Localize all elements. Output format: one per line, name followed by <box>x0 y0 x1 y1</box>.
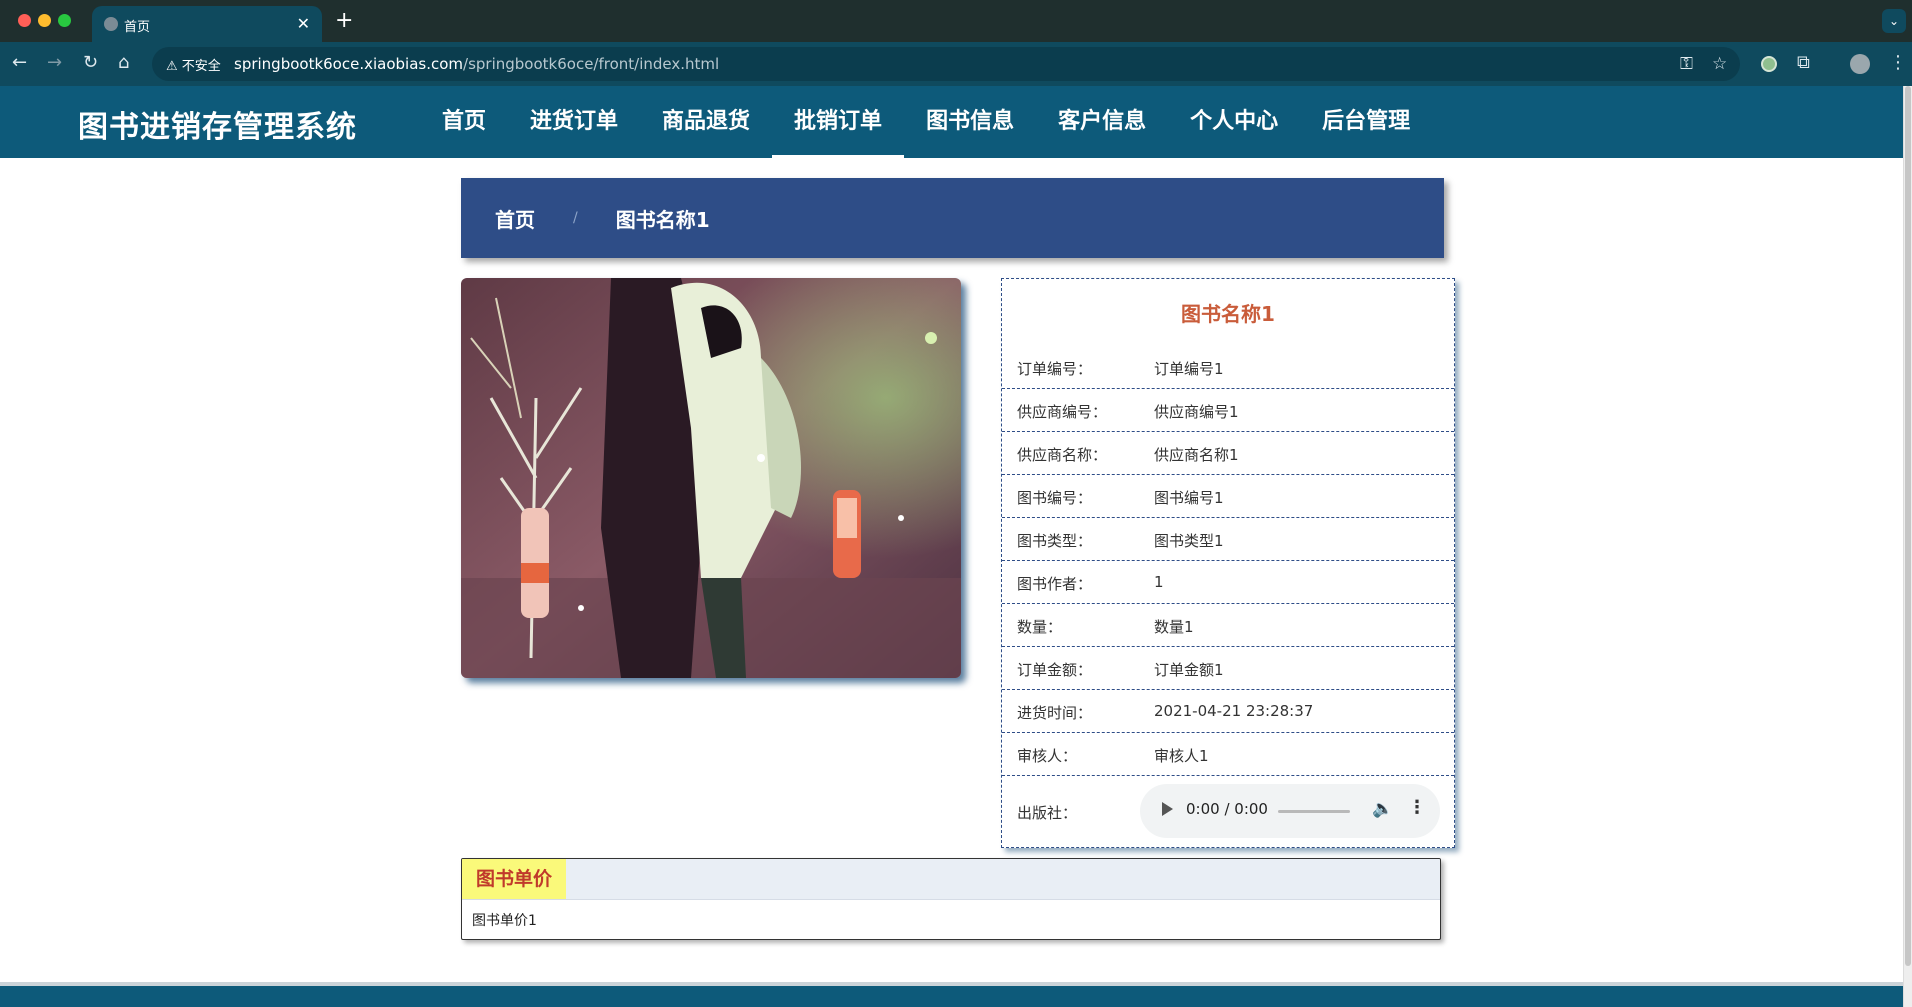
field-label: 供应商编号： <box>1017 403 1108 421</box>
audio-time: 0:00 / 0:00 <box>1186 800 1268 818</box>
field-label: 供应商名称： <box>1017 446 1108 464</box>
tab-search-icon[interactable]: ⌄ <box>1882 9 1906 33</box>
nav-item-book-info[interactable]: 图书信息 <box>904 86 1036 158</box>
cover-illustration <box>461 278 961 678</box>
field-label: 进货时间： <box>1017 704 1093 722</box>
volume-icon[interactable]: 🔈 <box>1372 799 1393 819</box>
detail-row: 进货时间： 2021-04-21 23:28:37 <box>1002 690 1454 733</box>
book-details-panel: 图书名称1 订单编号： 订单编号1 供应商编号： 供应商编号1 供应商名称： 供… <box>1001 278 1455 848</box>
back-icon[interactable]: ← <box>12 52 27 73</box>
field-value: 图书编号1 <box>1154 489 1224 507</box>
url-host: springbootk6oce.xiaobias.com <box>234 55 464 73</box>
field-value: 1 <box>1154 573 1164 591</box>
forward-icon[interactable]: → <box>47 52 62 73</box>
nav-item-home[interactable]: 首页 <box>420 86 508 158</box>
browser-tab-bar: 首页 ✕ + ⌄ <box>0 0 1912 42</box>
home-icon[interactable]: ⌂ <box>118 52 129 73</box>
field-label: 图书类型： <box>1017 532 1093 550</box>
more-options-icon[interactable]: ⋮ <box>1408 797 1426 818</box>
play-icon[interactable] <box>1162 802 1173 816</box>
detail-row: 供应商编号： 供应商编号1 <box>1002 389 1454 432</box>
nav-item-purchase-orders[interactable]: 进货订单 <box>508 86 640 158</box>
breadcrumb-current: 图书名称1 <box>615 207 710 232</box>
extension-icon[interactable] <box>1761 56 1777 72</box>
site-header: 图书进销存管理系统 首页 进货订单 商品退货 批销订单 图书信息 客户信息 个人… <box>0 86 1903 158</box>
nav-item-personal-center[interactable]: 个人中心 <box>1168 86 1300 158</box>
field-label: 审核人： <box>1017 747 1078 765</box>
field-label: 订单编号： <box>1017 360 1093 378</box>
url-text: springbootk6oce.xiaobias.com/springbootk… <box>234 55 719 73</box>
nav-item-admin[interactable]: 后台管理 <box>1300 86 1432 158</box>
address-bar[interactable]: ⚠ 不安全 springbootk6oce.xiaobias.com/sprin… <box>152 47 1740 81</box>
field-value: 图书类型1 <box>1154 532 1224 550</box>
password-key-icon[interactable]: ⚿ <box>1680 54 1693 74</box>
minimize-window-button[interactable] <box>38 14 51 27</box>
detail-row: 订单金额： 订单金额1 <box>1002 647 1454 690</box>
field-value: 供应商编号1 <box>1154 403 1239 421</box>
detail-row: 订单编号： 订单编号1 <box>1002 349 1454 389</box>
audio-player[interactable]: 0:00 / 0:00 🔈 ⋮ <box>1140 784 1440 838</box>
main-nav: 首页 进货订单 商品退货 批销订单 图书信息 客户信息 个人中心 后台管理 <box>420 86 1432 158</box>
field-value: 数量1 <box>1154 618 1194 636</box>
detail-row: 审核人： 审核人1 <box>1002 733 1454 776</box>
breadcrumb-home[interactable]: 首页 <box>495 204 535 233</box>
detail-row: 图书作者： 1 <box>1002 561 1454 604</box>
close-window-button[interactable] <box>18 14 31 27</box>
nav-item-customer-info[interactable]: 客户信息 <box>1036 86 1168 158</box>
scrollbar-thumb[interactable] <box>1905 86 1911 966</box>
detail-row: 图书编号： 图书编号1 <box>1002 475 1454 518</box>
security-label: 不安全 <box>181 59 221 74</box>
price-panel-header: 图书单价 <box>462 859 1440 900</box>
bookmark-star-icon[interactable]: ☆ <box>1712 54 1727 74</box>
browser-menu-icon[interactable]: ⋮ <box>1889 52 1907 73</box>
price-panel: 图书单价 图书单价1 <box>461 858 1441 940</box>
field-value: 订单金额1 <box>1154 661 1224 679</box>
maximize-window-button[interactable] <box>58 14 71 27</box>
field-value: 供应商名称1 <box>1154 446 1239 464</box>
breadcrumb-separator: / <box>573 210 578 226</box>
tab-book-price[interactable]: 图书单价 <box>462 859 567 899</box>
detail-row: 数量： 数量1 <box>1002 604 1454 647</box>
extensions-puzzle-icon[interactable]: ⧉ <box>1797 52 1810 73</box>
field-label: 订单金额： <box>1017 661 1093 679</box>
field-value: 2021-04-21 23:28:37 <box>1154 702 1314 720</box>
close-tab-icon[interactable]: ✕ <box>297 14 310 33</box>
page-scrollbar[interactable] <box>1903 86 1912 1007</box>
field-value: 审核人1 <box>1154 747 1209 765</box>
profile-avatar[interactable] <box>1850 54 1870 74</box>
field-label: 出版社： <box>1017 804 1078 822</box>
reload-icon[interactable]: ↻ <box>83 52 98 73</box>
new-tab-icon[interactable]: + <box>335 8 353 33</box>
nav-item-wholesale-orders[interactable]: 批销订单 <box>772 86 905 158</box>
detail-title: 图书名称1 <box>1181 302 1275 326</box>
detail-row: 供应商名称： 供应商名称1 <box>1002 432 1454 475</box>
security-warning[interactable]: ⚠ 不安全 <box>166 55 221 74</box>
audio-progress-slider[interactable] <box>1278 810 1350 813</box>
breadcrumb: 首页 / 图书名称1 <box>461 178 1444 258</box>
browser-toolbar: ← → ↻ ⌂ ⚠ 不安全 springbootk6oce.xiaobias.c… <box>0 42 1912 86</box>
site-logo[interactable]: 图书进销存管理系统 <box>78 102 357 146</box>
price-content: 图书单价1 <box>472 913 537 929</box>
site-footer <box>0 982 1903 1007</box>
tab-title: 首页 <box>124 20 151 35</box>
book-cover-image <box>461 278 961 678</box>
detail-row-publisher: 出版社： 0:00 / 0:00 🔈 ⋮ <box>1002 776 1454 848</box>
globe-icon <box>104 17 118 31</box>
url-path: /springbootk6oce/front/index.html <box>463 55 720 73</box>
field-label: 图书编号： <box>1017 489 1093 507</box>
nav-item-returns[interactable]: 商品退货 <box>640 86 772 158</box>
field-label: 图书作者： <box>1017 575 1093 593</box>
field-value: 订单编号1 <box>1154 360 1224 378</box>
browser-tab[interactable]: 首页 ✕ <box>92 6 322 42</box>
field-label: 数量： <box>1017 618 1063 636</box>
detail-row: 图书类型： 图书类型1 <box>1002 518 1454 561</box>
